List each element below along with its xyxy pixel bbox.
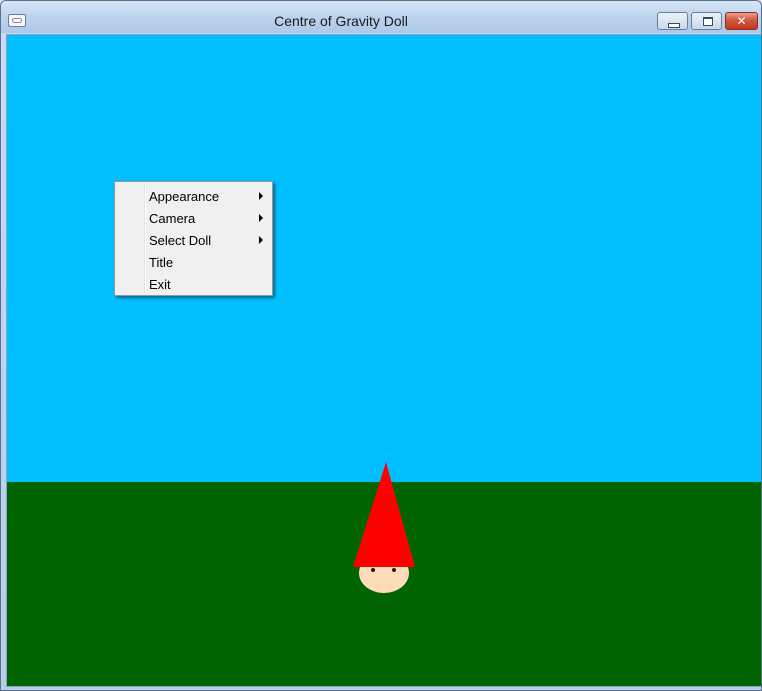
app-window: Centre of Gravity Doll ✕ bbox=[0, 0, 762, 691]
submenu-arrow-icon bbox=[259, 214, 263, 222]
menu-item-camera[interactable]: Camera bbox=[117, 207, 270, 229]
menu-item-select-doll[interactable]: Select Doll bbox=[117, 229, 270, 251]
doll-right-eye bbox=[392, 568, 396, 572]
doll-left-eye bbox=[371, 568, 375, 572]
doll-scene[interactable] bbox=[7, 35, 761, 686]
menu-item-label: Appearance bbox=[149, 189, 220, 204]
menu-item-label: Select Doll bbox=[149, 233, 212, 248]
submenu-arrow-icon bbox=[259, 236, 263, 244]
menu-item-label: Exit bbox=[149, 277, 171, 292]
close-icon: ✕ bbox=[736, 14, 747, 28]
window-title: Centre of Gravity Doll bbox=[274, 13, 408, 29]
restore-icon bbox=[703, 17, 713, 26]
submenu-arrow-icon bbox=[259, 192, 263, 200]
close-button[interactable]: ✕ bbox=[725, 12, 758, 30]
maximize-button[interactable] bbox=[691, 12, 722, 30]
menu-item-label: Title bbox=[149, 255, 174, 270]
title-bar[interactable]: Centre of Gravity Doll ✕ bbox=[1, 1, 761, 33]
menu-item-title[interactable]: Title bbox=[117, 251, 270, 273]
context-menu: Appearance Camera Select Doll Title Exit bbox=[114, 181, 273, 296]
menu-item-appearance[interactable]: Appearance bbox=[117, 185, 270, 207]
menu-item-exit[interactable]: Exit bbox=[117, 273, 270, 295]
menu-item-label: Camera bbox=[149, 211, 196, 226]
viewport-canvas[interactable] bbox=[6, 34, 761, 687]
minimize-icon bbox=[668, 23, 680, 28]
minimize-button[interactable] bbox=[657, 12, 688, 30]
